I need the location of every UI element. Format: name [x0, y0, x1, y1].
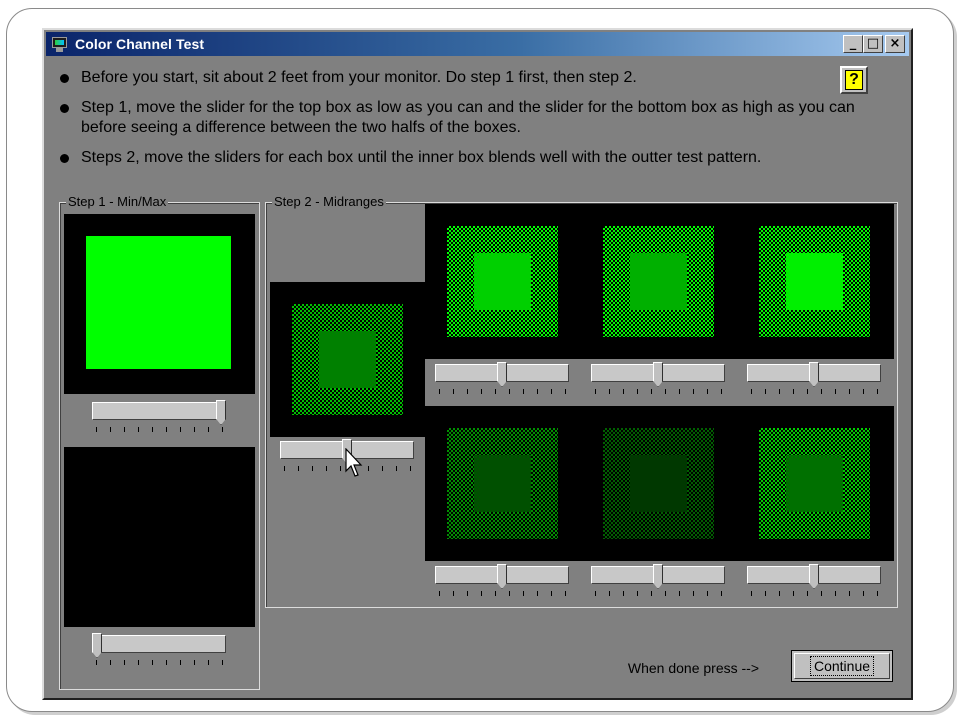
slider-ticks — [595, 389, 722, 394]
step2-label: Step 2 - Midranges — [272, 194, 386, 210]
continue-label: Continue — [809, 656, 875, 676]
slider-thumb[interactable] — [809, 564, 819, 589]
step2-bottom-inner-square-2 — [630, 455, 687, 512]
slider-ticks — [439, 591, 566, 596]
title-bar[interactable]: Color Channel Test _ □ × — [46, 32, 909, 56]
step2-bottom-inner-square-3 — [786, 455, 843, 512]
slider-thumb[interactable] — [216, 400, 226, 425]
slider-track[interactable] — [92, 402, 226, 420]
minimize-button[interactable]: _ — [843, 35, 863, 53]
step2-bottom-pattern-2 — [603, 428, 714, 539]
step2-top-slider-3[interactable] — [745, 362, 885, 402]
step1-label: Step 1 - Min/Max — [66, 194, 169, 210]
mouse-cursor-icon — [345, 448, 363, 477]
bullet-icon — [60, 74, 69, 83]
bullet-icon — [60, 104, 69, 113]
instructions: Before you start, sit about 2 feet from … — [60, 68, 890, 178]
step2-top-pattern-2 — [603, 226, 714, 337]
slider-thumb[interactable] — [92, 633, 102, 658]
slider-ticks — [595, 591, 722, 596]
step2-top-inner-square-3 — [786, 253, 843, 310]
step2-left-box — [270, 282, 425, 437]
slider-ticks — [96, 427, 223, 432]
monitor-icon — [51, 35, 69, 53]
step2-top-slider-1[interactable] — [433, 362, 573, 402]
step1-bottom-slider[interactable] — [90, 633, 230, 673]
step2-left-inner-square — [319, 331, 376, 388]
slider-ticks — [751, 389, 878, 394]
step1-bottom-box — [64, 447, 255, 627]
step1-top-box — [64, 214, 255, 394]
step1-top-slider[interactable] — [90, 400, 230, 440]
instruction-item: Step 1, move the slider for the top box … — [60, 98, 890, 138]
maximize-button[interactable]: □ — [863, 35, 883, 53]
window-title: Color Channel Test — [75, 36, 205, 52]
slider-track[interactable] — [92, 635, 226, 653]
slider-ticks — [96, 660, 223, 665]
step1-bottom-inner-square — [86, 469, 231, 602]
instruction-item: Before you start, sit about 2 feet from … — [60, 68, 890, 88]
step2-bottom-slider-3[interactable] — [745, 564, 885, 604]
slider-thumb[interactable] — [497, 362, 507, 387]
slider-thumb[interactable] — [653, 362, 663, 387]
step2-bottom-pattern-3 — [759, 428, 870, 539]
step2-top-inner-square-2 — [630, 253, 687, 310]
step2-bottom-inner-square-1 — [474, 455, 531, 512]
help-button[interactable]: ? — [840, 66, 868, 94]
instruction-text: Before you start, sit about 2 feet from … — [81, 69, 637, 86]
slider-ticks — [751, 591, 878, 596]
step2-top-pattern-1 — [447, 226, 558, 337]
step2-bottom-slider-2[interactable] — [589, 564, 729, 604]
bullet-icon — [60, 154, 69, 163]
help-icon: ? — [845, 70, 863, 90]
step2-top-pattern-3 — [759, 226, 870, 337]
close-button[interactable]: × — [885, 35, 905, 53]
instruction-item: Steps 2, move the sliders for each box u… — [60, 148, 890, 168]
continue-button[interactable]: Continue — [791, 650, 893, 682]
step2-left-pattern — [292, 304, 403, 415]
slider-thumb[interactable] — [497, 564, 507, 589]
instruction-text: Steps 2, move the sliders for each box u… — [81, 149, 762, 166]
status-text: When done press --> — [627, 660, 759, 676]
step2-top-slider-2[interactable] — [589, 362, 729, 402]
instruction-text: Step 1, move the slider for the top box … — [81, 99, 855, 136]
step2-bottom-pattern-1 — [447, 428, 558, 539]
slider-thumb[interactable] — [809, 362, 819, 387]
color-channel-test-window: Color Channel Test _ □ × Before you star… — [42, 28, 913, 700]
step2-top-inner-square-1 — [474, 253, 531, 310]
slider-ticks — [439, 389, 566, 394]
slider-thumb[interactable] — [653, 564, 663, 589]
step1-top-inner-square — [86, 236, 231, 369]
step2-bottom-slider-1[interactable] — [433, 564, 573, 604]
